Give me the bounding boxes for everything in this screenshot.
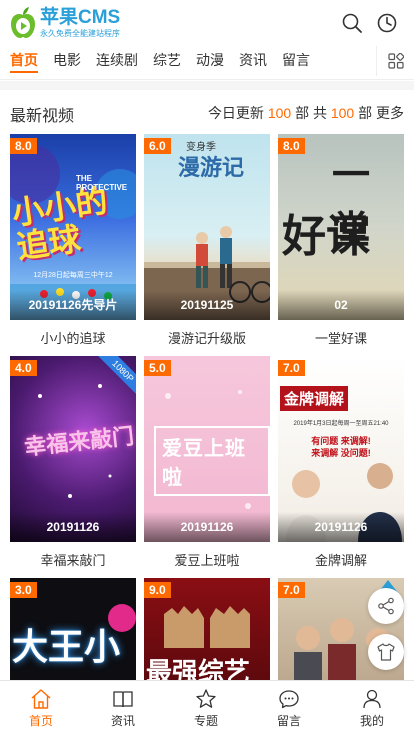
tab-home[interactable]: 首页 xyxy=(0,681,82,736)
episode-note: 20191125 xyxy=(144,290,270,320)
tshirt-icon xyxy=(377,643,395,661)
score-badge: 4.0 xyxy=(10,360,37,376)
score-badge: 6.0 xyxy=(144,138,171,154)
poster-title-art: 好课 xyxy=(282,211,370,262)
book-icon xyxy=(113,691,133,708)
nav-item-series[interactable]: 连续剧 xyxy=(96,52,138,74)
video-title[interactable]: 爱豆上班啦 xyxy=(144,550,270,569)
video-title[interactable]: 一堂好课 xyxy=(278,328,404,347)
video-poster[interactable]: 小小的追球 THE PROTECTIVE 12月28日起每周三中午12 8.0 … xyxy=(10,134,136,320)
unit-label: 部 xyxy=(358,105,373,121)
tab-topics[interactable]: 专题 xyxy=(165,681,247,736)
total-count: 100 xyxy=(330,105,355,121)
score-badge: 7.0 xyxy=(278,360,305,376)
tab-message[interactable]: 留言 xyxy=(248,681,330,736)
video-poster[interactable]: 爱豆上班啦 5.0 20191126 xyxy=(144,356,270,542)
today-label: 今日更新 xyxy=(207,105,264,121)
logo[interactable]: 苹果CMS 永久免费全能建站程序 xyxy=(10,6,120,40)
poster-title-art: 爱豆上班啦 xyxy=(154,426,270,496)
video-poster[interactable]: 一堂 好课 8.0 02 xyxy=(278,134,404,320)
tab-label: 我的 xyxy=(359,714,384,728)
video-card[interactable]: 一堂 好课 8.0 02 一堂好课 xyxy=(278,134,404,347)
video-title[interactable]: 漫游记升级版 xyxy=(144,328,270,347)
today-count: 100 xyxy=(267,105,292,121)
tab-label: 资讯 xyxy=(110,714,135,728)
search-icon[interactable] xyxy=(341,12,363,34)
video-poster[interactable]: 变身季 漫游记 6.0 20191125 xyxy=(144,134,270,320)
video-title[interactable]: 幸福来敲门 xyxy=(10,550,136,569)
nav-more-button[interactable] xyxy=(376,46,414,76)
nav-active-underline xyxy=(10,71,38,73)
nav-item-anime[interactable]: 动漫 xyxy=(196,52,224,74)
episode-note: 20191126 xyxy=(10,512,136,542)
category-nav: 首页 电影 连续剧 综艺 动漫 资讯 留言 xyxy=(0,46,414,80)
nav-item-variety[interactable]: 综艺 xyxy=(153,52,181,74)
poster-tagline: 来调解 没问题! xyxy=(311,448,371,458)
share-button[interactable] xyxy=(368,588,404,624)
score-badge: 3.0 xyxy=(10,582,37,598)
video-card[interactable]: 金牌调解 2019年1月3日起每周一至周五21:40 有问题 来调解! 来调解 … xyxy=(278,356,404,569)
score-badge: 9.0 xyxy=(144,582,171,598)
poster-title-art: 金牌调解 xyxy=(280,386,349,411)
tab-label: 首页 xyxy=(28,714,53,728)
star-icon xyxy=(196,689,216,708)
clock-icon[interactable] xyxy=(376,12,398,34)
episode-note: 20191126 xyxy=(144,512,270,542)
section-stats: 今日更新 100 部 共 100 部 更多 xyxy=(208,103,404,123)
more-link[interactable]: 更多 xyxy=(376,105,404,121)
episode-note: 20191126先导片 xyxy=(10,290,136,320)
app-name: 苹果CMS xyxy=(40,7,121,28)
tab-label: 专题 xyxy=(193,714,218,728)
header: 苹果CMS 永久免费全能建站程序 xyxy=(0,0,414,46)
poster-title-art: 漫游记 xyxy=(178,155,245,180)
app-slogan: 永久免费全能建站程序 xyxy=(40,29,120,38)
section-title: 最新视频 xyxy=(10,108,75,125)
episode-note: 02 xyxy=(278,290,404,320)
user-icon xyxy=(363,689,381,709)
score-badge: 8.0 xyxy=(10,138,37,154)
nav-item-news[interactable]: 资讯 xyxy=(239,52,267,74)
score-badge: 8.0 xyxy=(278,138,305,154)
skin-button[interactable] xyxy=(368,634,404,670)
poster-caption: 12月28日起每周三中午12 xyxy=(33,272,113,279)
tab-news[interactable]: 资讯 xyxy=(82,681,164,736)
video-card[interactable]: 小小的追球 THE PROTECTIVE 12月28日起每周三中午12 8.0 … xyxy=(10,134,136,347)
grid-icon xyxy=(387,53,404,69)
home-icon xyxy=(31,689,51,709)
tab-label: 留言 xyxy=(276,714,301,728)
poster-caption: 2019年1月3日起每周一至周五21:40 xyxy=(293,421,389,427)
bottom-tab-bar: 首页 资讯 专题 留言 我的 xyxy=(0,680,414,736)
apple-logo-icon xyxy=(11,7,35,38)
chat-icon xyxy=(279,690,299,709)
nav-item-message[interactable]: 留言 xyxy=(282,52,310,74)
video-title[interactable]: 金牌调解 xyxy=(278,550,404,569)
poster-subtitle: THE PROTECTIVE xyxy=(76,174,128,192)
tab-profile[interactable]: 我的 xyxy=(331,681,413,736)
unit-label: 部 xyxy=(295,105,310,121)
video-poster[interactable]: 幸福来敲门 1080P 4.0 20191126 xyxy=(10,356,136,542)
video-card[interactable]: 爱豆上班啦 5.0 20191126 爱豆上班啦 xyxy=(144,356,270,569)
section-divider xyxy=(0,81,414,90)
video-card[interactable]: 幸福来敲门 1080P 4.0 20191126 幸福来敲门 xyxy=(10,356,136,569)
total-label: 共 xyxy=(312,105,327,121)
app-page: 苹果CMS 永久免费全能建站程序 首页 电影 连续剧 综艺 动漫 资讯 留言 最… xyxy=(0,0,414,736)
score-badge: 5.0 xyxy=(144,360,171,376)
nav-item-movie[interactable]: 电影 xyxy=(53,52,81,74)
video-poster[interactable]: 金牌调解 2019年1月3日起每周一至周五21:40 有问题 来调解! 来调解 … xyxy=(278,356,404,542)
score-badge: 7.0 xyxy=(278,582,305,598)
share-icon xyxy=(378,597,394,615)
video-card[interactable]: 变身季 漫游记 6.0 20191125 漫游记升级版 xyxy=(144,134,270,347)
video-title[interactable]: 小小的追球 xyxy=(10,328,136,347)
episode-note: 20191126 xyxy=(278,512,404,542)
